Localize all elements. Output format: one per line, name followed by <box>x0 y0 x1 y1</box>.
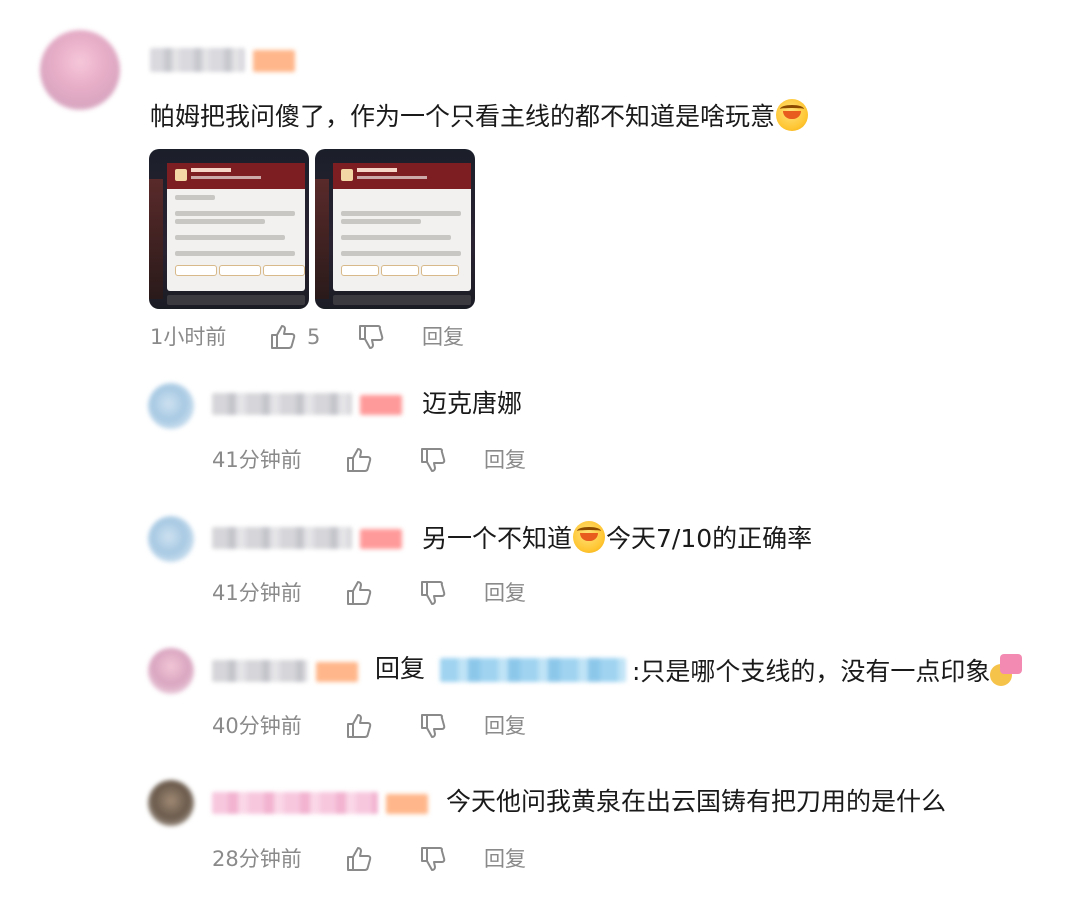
comment-content: 帕姆把我问傻了，作为一个只看主线的都不知道是啥玩意 <box>150 102 776 131</box>
dislike-icon[interactable] <box>418 445 448 475</box>
level-badge <box>360 529 402 549</box>
like-icon[interactable] <box>344 711 374 741</box>
reply-text: 迈克唐娜 <box>422 389 523 418</box>
comment-time: 1小时前 <box>150 325 227 349</box>
reply-text-part-2: 今天7/10的正确率 <box>606 524 813 553</box>
level-badge <box>360 395 402 415</box>
dislike-icon[interactable] <box>418 844 448 874</box>
level-badge <box>316 662 358 682</box>
dialog-header <box>333 163 471 189</box>
dialog-panel <box>333 163 471 291</box>
comment-text: 帕姆把我问傻了，作为一个只看主线的都不知道是啥玩意 <box>150 99 809 132</box>
character-art <box>315 179 329 299</box>
avatar[interactable] <box>40 30 120 110</box>
avatar[interactable] <box>148 648 194 694</box>
mentioned-user-blurred[interactable] <box>440 658 626 682</box>
reply-prefix: 回复 <box>375 654 426 683</box>
reply-button[interactable]: 回复 <box>484 846 526 872</box>
avatar[interactable] <box>148 780 194 826</box>
character-art <box>149 179 163 299</box>
reply-button[interactable]: 回复 <box>484 580 526 606</box>
comment-image-1[interactable] <box>149 149 309 309</box>
reply-button[interactable]: 回复 <box>422 324 464 350</box>
dislike-icon[interactable] <box>418 711 448 741</box>
reply-time: 41分钟前 <box>212 581 302 605</box>
comment-image-2[interactable] <box>315 149 475 309</box>
reply-time: 40分钟前 <box>212 714 302 738</box>
username-blurred[interactable] <box>150 48 245 72</box>
reply-time: 41分钟前 <box>212 448 302 472</box>
username-blurred[interactable] <box>212 660 308 682</box>
like-count: 5 <box>307 325 321 349</box>
reply-body: :只是哪个支线的，没有一点印象 <box>632 657 991 686</box>
sticker-icon <box>990 654 1023 686</box>
dialog-panel <box>167 163 305 291</box>
dislike-icon[interactable] <box>356 322 386 352</box>
like-icon[interactable] <box>344 578 374 608</box>
like-icon[interactable] <box>268 322 298 352</box>
username-blurred[interactable] <box>212 792 378 814</box>
reply-text: 回复 <box>375 654 425 684</box>
input-bar <box>167 295 305 305</box>
avatar[interactable] <box>148 516 194 562</box>
level-badge <box>386 794 428 814</box>
reply-text: 今天他问我黄泉在出云国铸有把刀用的是什么 <box>446 787 947 816</box>
reply-text: 另一个不知道 今天7/10的正确率 <box>422 521 812 554</box>
input-bar <box>333 295 471 305</box>
dislike-icon[interactable] <box>418 578 448 608</box>
username-blurred[interactable] <box>212 393 352 415</box>
reply-time: 28分钟前 <box>212 847 302 871</box>
username-blurred[interactable] <box>212 527 352 549</box>
reply-button[interactable]: 回复 <box>484 447 526 473</box>
like-icon[interactable] <box>344 844 374 874</box>
reply-content: :只是哪个支线的，没有一点印象 <box>632 654 1023 687</box>
crying-laughing-emoji-icon <box>573 521 606 553</box>
dialog-header <box>167 163 305 189</box>
crying-laughing-emoji-icon <box>776 99 809 131</box>
reply-button[interactable]: 回复 <box>484 713 526 739</box>
level-badge <box>253 50 295 72</box>
reply-text-part-1: 另一个不知道 <box>422 524 573 553</box>
avatar[interactable] <box>148 383 194 429</box>
like-icon[interactable] <box>344 445 374 475</box>
